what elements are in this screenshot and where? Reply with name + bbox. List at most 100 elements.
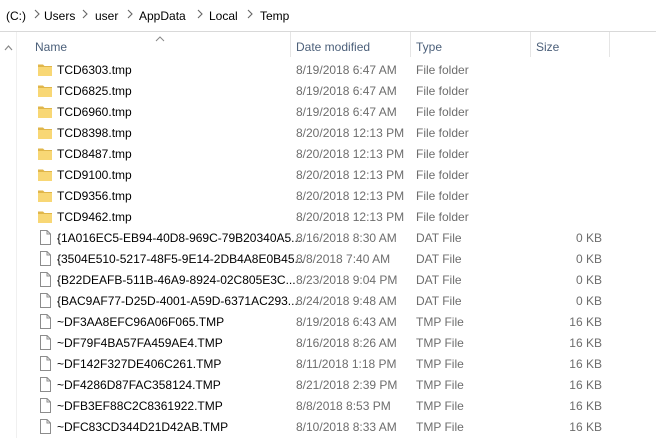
- file-row[interactable]: TCD6825.tmp 8/19/2018 6:47 AM File folder: [0, 80, 656, 101]
- file-row[interactable]: {BAC9AF77-D25D-4001-A59D-6371AC293... 8/2…: [0, 290, 656, 311]
- file-size: 16 KB: [569, 336, 602, 350]
- file-type: DAT File: [416, 273, 462, 287]
- file-date-modified: 8/16/2018 8:30 AM: [296, 231, 397, 245]
- file-row[interactable]: TCD8398.tmp 8/20/2018 12:13 PM File folder: [0, 122, 656, 143]
- folder-icon: [37, 146, 53, 161]
- file-name: TCD6960.tmp: [57, 105, 132, 119]
- file-date-modified: 8/19/2018 6:43 AM: [296, 315, 397, 329]
- file-row[interactable]: {1A016EC5-EB94-40D8-969C-79B20340A5... 8/…: [0, 227, 656, 248]
- breadcrumb-temp[interactable]: Temp: [260, 9, 289, 23]
- file-icon: [37, 335, 53, 350]
- file-date-modified: 8/19/2018 6:47 AM: [296, 63, 397, 77]
- column-divider[interactable]: [410, 32, 411, 57]
- file-name: ~DF79F4BA57FA459AE4.TMP: [57, 336, 223, 350]
- column-divider[interactable]: [530, 32, 531, 57]
- file-type: File folder: [416, 126, 469, 140]
- file-name: {3504E510-5217-48F5-9E14-2DB4A8E0B45...: [57, 252, 305, 266]
- file-type: File folder: [416, 63, 469, 77]
- file-row[interactable]: ~DF142F327DE406C261.TMP 8/11/2018 1:18 PM…: [0, 353, 656, 374]
- file-date-modified: 8/10/2018 8:33 AM: [296, 420, 397, 434]
- file-type: TMP File: [416, 336, 464, 350]
- file-type: File folder: [416, 210, 469, 224]
- file-row[interactable]: TCD6303.tmp 8/19/2018 6:47 AM File folder: [0, 59, 656, 80]
- file-row[interactable]: TCD6960.tmp 8/19/2018 6:47 AM File folder: [0, 101, 656, 122]
- file-type: TMP File: [416, 315, 464, 329]
- folder-icon: [37, 188, 53, 203]
- breadcrumb-appdata[interactable]: AppData: [139, 9, 186, 23]
- file-name: TCD6303.tmp: [57, 63, 132, 77]
- file-type: DAT File: [416, 231, 462, 245]
- file-type: DAT File: [416, 252, 462, 266]
- file-name: {BAC9AF77-D25D-4001-A59D-6371AC293...: [57, 294, 298, 308]
- column-divider[interactable]: [290, 32, 291, 57]
- file-name: ~DFB3EF88C2C8361922.TMP: [57, 399, 223, 413]
- breadcrumb-local[interactable]: Local: [209, 9, 238, 23]
- file-date-modified: 8/24/2018 9:48 AM: [296, 294, 397, 308]
- file-type: File folder: [416, 168, 469, 182]
- file-row[interactable]: ~DFB3EF88C2C8361922.TMP 8/8/2018 8:53 PM T…: [0, 395, 656, 416]
- file-icon: [37, 377, 53, 392]
- file-row[interactable]: {B22DEAFB-511B-46A9-8924-02C805E3C... 8/2…: [0, 269, 656, 290]
- file-icon: [37, 314, 53, 329]
- file-type: File folder: [416, 105, 469, 119]
- file-name: ~DF4286D87FAC358124.TMP: [57, 378, 221, 392]
- file-size: 16 KB: [569, 399, 602, 413]
- file-icon: [37, 251, 53, 266]
- column-header: Name Date modified Type Size: [0, 32, 656, 57]
- file-row[interactable]: ~DF3AA8EFC96A06F065.TMP 8/19/2018 6:43 AM…: [0, 311, 656, 332]
- file-row[interactable]: TCD9462.tmp 8/20/2018 12:13 PM File folder: [0, 206, 656, 227]
- file-row[interactable]: TCD9100.tmp 8/20/2018 12:13 PM File folder: [0, 164, 656, 185]
- column-type[interactable]: Type: [416, 40, 442, 54]
- file-row[interactable]: TCD8487.tmp 8/20/2018 12:13 PM File folder: [0, 143, 656, 164]
- file-type: TMP File: [416, 378, 464, 392]
- column-name[interactable]: Name: [35, 40, 67, 54]
- file-type: TMP File: [416, 420, 464, 434]
- file-type: DAT File: [416, 294, 462, 308]
- address-bar[interactable]: (C:) Users user AppData Local Temp: [0, 0, 656, 32]
- file-date-modified: 8/19/2018 6:47 AM: [296, 105, 397, 119]
- chevron-right-icon[interactable]: [245, 7, 255, 21]
- file-name: TCD6825.tmp: [57, 84, 132, 98]
- file-date-modified: 8/23/2018 9:04 PM: [296, 273, 398, 287]
- file-name: {1A016EC5-EB94-40D8-969C-79B20340A5...: [57, 231, 302, 245]
- column-size[interactable]: Size: [536, 40, 559, 54]
- file-date-modified: 8/8/2018 7:40 AM: [296, 252, 391, 266]
- breadcrumb-drive[interactable]: (C:): [6, 9, 26, 23]
- file-row[interactable]: ~DF79F4BA57FA459AE4.TMP 8/16/2018 8:26 AM…: [0, 332, 656, 353]
- sort-ascending-icon: [155, 32, 165, 46]
- file-size: 16 KB: [569, 420, 602, 434]
- file-name: TCD9462.tmp: [57, 210, 132, 224]
- file-icon: [37, 293, 53, 308]
- file-size: 0 KB: [575, 294, 602, 308]
- chevron-right-icon[interactable]: [80, 7, 90, 21]
- file-date-modified: 8/20/2018 12:13 PM: [296, 168, 405, 182]
- file-list: TCD6303.tmp 8/19/2018 6:47 AM File folder T…: [0, 59, 656, 437]
- file-date-modified: 8/20/2018 12:13 PM: [296, 210, 405, 224]
- file-row[interactable]: ~DF4286D87FAC358124.TMP 8/21/2018 2:39 PM…: [0, 374, 656, 395]
- folder-icon: [37, 209, 53, 224]
- file-name: {B22DEAFB-511B-46A9-8924-02C805E3C...: [57, 273, 296, 287]
- file-type: File folder: [416, 84, 469, 98]
- file-row[interactable]: {3504E510-5217-48F5-9E14-2DB4A8E0B45... 8…: [0, 248, 656, 269]
- file-row[interactable]: ~DFC83CD344D21D42AB.TMP 8/10/2018 8:33 AM…: [0, 416, 656, 437]
- file-type: TMP File: [416, 357, 464, 371]
- breadcrumb-users[interactable]: Users: [44, 9, 75, 23]
- file-icon: [37, 398, 53, 413]
- file-size: 16 KB: [569, 357, 602, 371]
- file-name: ~DF3AA8EFC96A06F065.TMP: [57, 315, 225, 329]
- chevron-right-icon[interactable]: [125, 7, 135, 21]
- file-icon: [37, 419, 53, 434]
- file-name: TCD8487.tmp: [57, 147, 132, 161]
- file-date-modified: 8/20/2018 12:13 PM: [296, 189, 405, 203]
- file-name: ~DF142F327DE406C261.TMP: [57, 357, 222, 371]
- column-divider[interactable]: [609, 32, 610, 57]
- column-date-modified[interactable]: Date modified: [296, 40, 370, 54]
- breadcrumb-user[interactable]: user: [95, 9, 118, 23]
- file-name: ~DFC83CD344D21D42AB.TMP: [57, 420, 229, 434]
- chevron-right-icon[interactable]: [195, 7, 205, 21]
- file-row[interactable]: TCD9356.tmp 8/20/2018 12:13 PM File folder: [0, 185, 656, 206]
- file-size: 0 KB: [575, 252, 602, 266]
- folder-icon: [37, 83, 53, 98]
- folder-icon: [37, 167, 53, 182]
- chevron-right-icon[interactable]: [32, 7, 42, 21]
